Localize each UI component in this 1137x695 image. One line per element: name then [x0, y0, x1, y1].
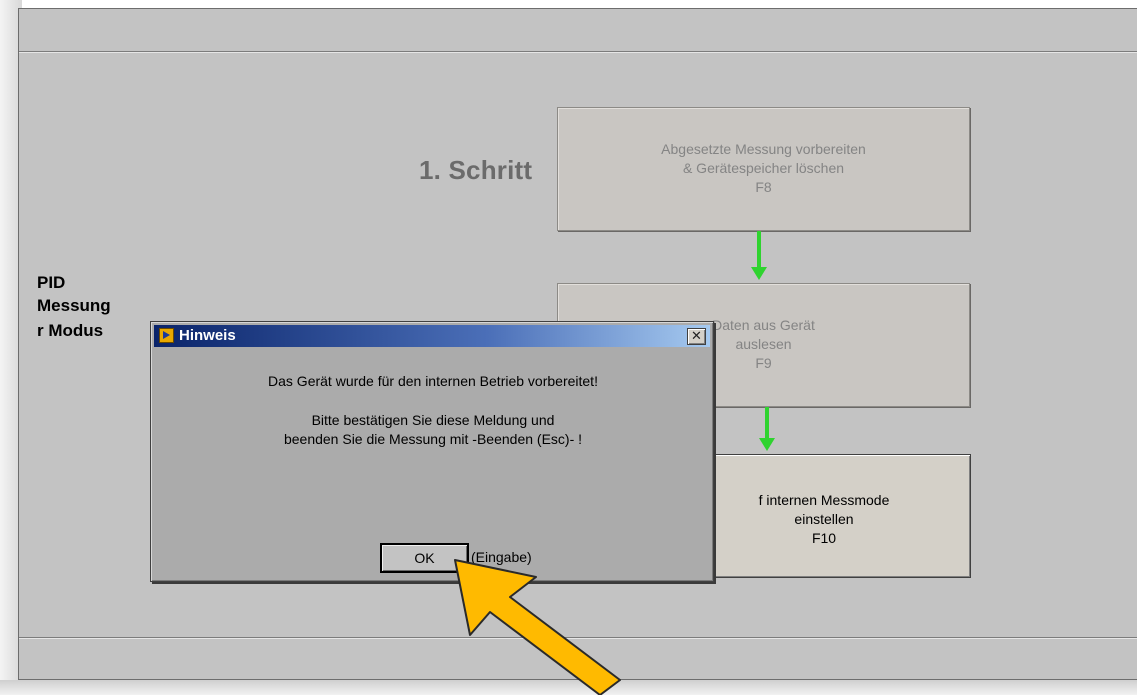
step-internal-text: f internen Messmode einstellen F10	[678, 491, 970, 548]
top-divider	[19, 51, 1137, 53]
step-prepare-key: F8	[755, 179, 772, 195]
step-prepare-line1: Abgesetzte Messung vorbereiten	[661, 141, 866, 157]
labview-icon	[159, 328, 174, 343]
close-button[interactable]: ✕	[687, 328, 706, 345]
side-label-modus: r Modus	[37, 321, 104, 340]
dialog-message-line3: beenden Sie die Messung mit -Beenden (Es…	[283, 431, 583, 447]
step-heading: 1. Schritt	[419, 155, 533, 185]
dialog-titlebar[interactable]: Hinweis ✕	[154, 325, 710, 347]
flow-arrow-1	[749, 231, 769, 281]
step-internal-line1: f internen Messmode	[758, 492, 890, 508]
side-label-messung: Messung	[37, 296, 111, 315]
step-internal-line2: einstellen	[794, 511, 854, 527]
dialog-title: Hinweis	[179, 327, 236, 344]
pointer-arrow-icon	[454, 559, 621, 695]
step-prepare-measurement-button[interactable]: Abgesetzte Messung vorbereiten & Gerätes…	[557, 107, 970, 231]
dialog-message-line1: Das Gerät wurde für den internen Betrieb…	[268, 373, 598, 389]
step-internal-key: F10	[811, 530, 837, 546]
side-label-pid: PID	[37, 273, 66, 292]
step-prepare-line2: & Gerätespeicher löschen	[682, 160, 845, 176]
dialog-message-line2: Bitte bestätigen Sie diese Meldung und	[311, 412, 555, 428]
hinweis-dialog: Hinweis ✕ Das Gerät wurde für den intern…	[150, 321, 714, 582]
flow-arrow-2	[757, 407, 777, 453]
